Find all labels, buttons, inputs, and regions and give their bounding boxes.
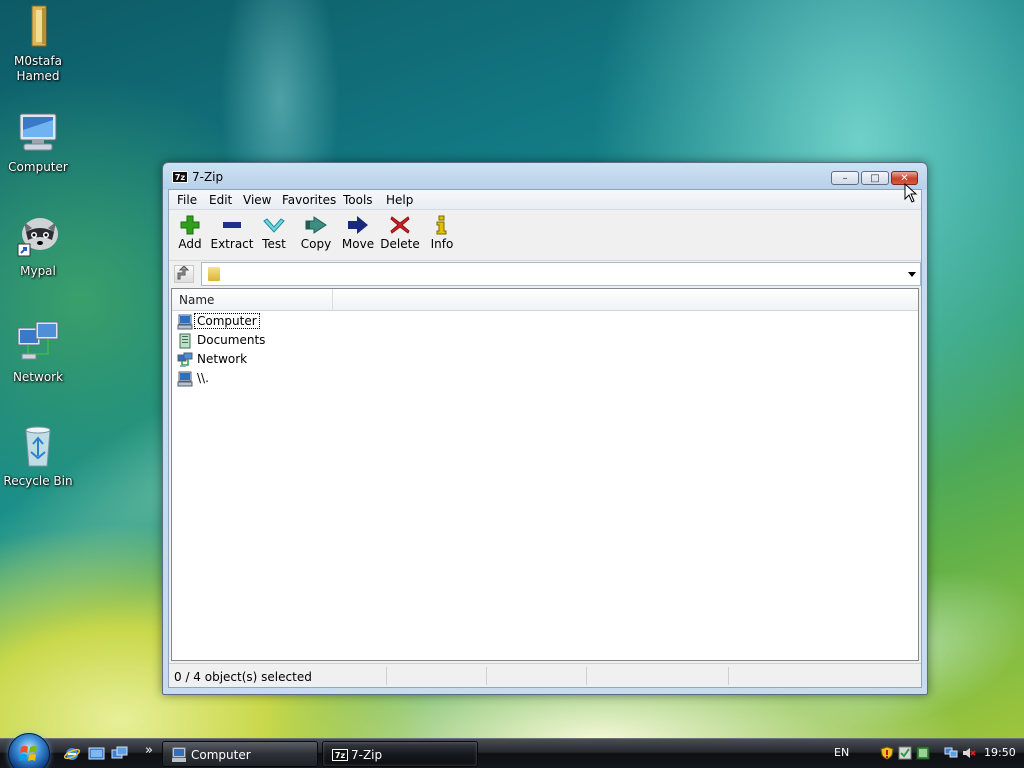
window-title: 7-Zip [192,170,224,184]
menu-help[interactable]: Help [386,193,413,207]
info-icon [431,215,453,235]
computer-icon [14,108,62,156]
add-button[interactable]: Add [167,215,213,251]
extract-label: Extract [210,237,254,251]
start-button[interactable] [8,733,50,768]
folder-icon [14,2,62,50]
language-indicator[interactable]: EN [834,746,849,759]
info-label: Info [430,237,454,251]
desktop-icon-label: Mypal [20,264,56,278]
status-selection: 0 / 4 object(s) selected [171,667,387,685]
maximize-icon: □ [870,173,880,184]
minimize-icon: – [842,173,848,184]
menu-file[interactable]: File [177,193,197,207]
menu-view[interactable]: View [243,193,271,207]
windows-logo-icon [19,746,37,761]
move-button[interactable]: Move [335,215,381,251]
delete-label: Delete [380,237,420,251]
7zip-icon: 7z [172,171,188,183]
maximize-button[interactable]: □ [861,171,889,185]
computer-icon [177,371,193,387]
extract-button[interactable]: Extract [209,215,255,251]
taskbar-button-computer[interactable]: Computer [162,741,318,767]
column-header-name[interactable]: Name [172,289,333,311]
status-modified [589,667,729,685]
delete-button[interactable]: Delete [377,215,423,251]
minus-icon [221,215,243,235]
window-titlebar[interactable]: 7z 7-Zip – □ ✕ [163,163,927,189]
folder-icon [208,267,220,281]
up-folder-button[interactable] [174,265,194,283]
status-packed [489,667,587,685]
desktop-icon-computer[interactable]: Computer [0,108,78,175]
desktop-icon-mypal[interactable]: Mypal [0,212,78,279]
taskbar: » Computer 7z 7-Zip EN 19:50 [0,733,1024,768]
status-size [389,667,487,685]
double-arrow-icon [305,215,327,235]
mouse-cursor-icon [904,183,918,203]
chevron-down-icon[interactable] [908,272,916,277]
up-folder-icon [177,265,190,280]
desktop-icon-user-folder[interactable]: M0stafa Hamed [0,2,78,84]
checkmark-icon [263,215,285,235]
list-item-label: Network [197,352,248,366]
network-status-icon[interactable] [944,746,958,760]
desktop-icon-label: Recycle Bin [3,474,73,488]
add-label: Add [178,237,202,251]
7zip-icon: 7z [332,749,348,761]
menu-favorites[interactable]: Favorites [282,193,336,207]
computer-icon [172,747,186,762]
test-label: Test [262,237,286,251]
list-header: Name [172,289,918,311]
menu-tools[interactable]: Tools [343,193,373,207]
address-input[interactable] [201,262,921,286]
desktop-icon-network[interactable]: Network [0,318,78,385]
minimize-button[interactable]: – [831,171,859,185]
taskbar-button-label: Computer [191,748,251,762]
computer-icon [177,314,193,330]
arrow-right-icon [347,215,369,235]
internet-explorer-icon[interactable] [63,746,81,762]
info-button[interactable]: Info [419,215,465,251]
copy-label: Copy [300,237,332,251]
recycle-bin-icon [14,422,62,470]
status-bar: 0 / 4 object(s) selected [169,663,921,687]
switch-windows-icon[interactable] [111,746,128,762]
plus-icon [179,215,201,235]
toolbar: Add Extract Test Copy Move Delete Info [169,211,921,261]
tray-app-icon[interactable] [898,746,912,760]
taskbar-button-7zip[interactable]: 7z 7-Zip [322,741,478,767]
copy-button[interactable]: Copy [293,215,339,251]
test-button[interactable]: Test [251,215,297,251]
move-label: Move [341,237,375,251]
7zip-window: 7z 7-Zip – □ ✕ File Edit View Favorites … [162,162,928,695]
clock[interactable]: 19:50 [984,746,1016,759]
list-item-label: Documents [197,333,266,347]
quicklaunch-overflow-icon[interactable]: » [145,743,153,758]
raccoon-shortcut-icon [14,212,62,260]
security-shield-icon[interactable] [880,746,894,760]
network-icon [177,352,193,368]
desktop-icon-recycle-bin[interactable]: Recycle Bin [0,422,78,489]
menu-edit[interactable]: Edit [209,193,232,207]
tray-app-icon[interactable] [916,746,930,760]
menu-bar: File Edit View Favorites Tools Help [169,190,921,210]
list-item-label: Computer [194,313,260,329]
network-icon [14,318,62,366]
x-icon [389,215,411,235]
address-bar [169,262,921,286]
volume-muted-icon[interactable] [962,746,976,760]
show-desktop-icon[interactable] [88,746,105,762]
list-item-label: \\. [197,371,209,385]
window-client-area: File Edit View Favorites Tools Help Add … [168,189,922,688]
desktop-icon-label: Network [12,370,64,384]
desktop-icon-label: Computer [8,160,68,174]
file-list[interactable]: Name Computer Documents Network \\. [171,288,919,661]
taskbar-button-label: 7-Zip [351,748,383,762]
desktop-icon-label: M0stafa Hamed [14,54,62,83]
documents-icon [177,333,193,349]
